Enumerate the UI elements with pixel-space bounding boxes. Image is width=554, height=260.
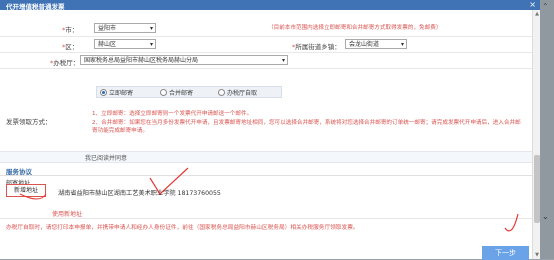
radio-unchecked-icon [160,89,167,96]
radio-checked-icon [100,89,107,96]
pickup-note: 办税厅自取时，请您打印本申报单，并携带申请人和经办人身份证件，前往（国家税务总局… [6,225,359,231]
chevron-down-icon: ▾ [149,41,153,48]
dialog-title-bar: 代开增值税普通发票 × [0,0,540,11]
city-row: *市： 益阳市 ▾ （目前本市范围内选择立即邮寄和合并邮寄方式取得发票的，免邮费） [0,20,532,37]
outer-panel: ⌃ ⌄ [540,0,554,259]
chevron-down-icon[interactable]: ⌄ [542,212,549,221]
office-select[interactable]: 国家税务总局益阳市赫山区税务局赫山分局 ▾ [80,55,288,65]
street-select[interactable]: 会龙山街道 ▾ [345,39,407,49]
radio-pickup[interactable]: 办税厅自取 [218,88,257,97]
annotation-text: 使用新地址 [52,211,83,218]
office-row: *办税厅： 国家税务总局益阳市赫山区税务局赫山分局 ▾ [0,52,532,69]
invoice-dialog: 代开增值税普通发票 × *市： 益阳市 ▾ （目前本市范围内选择立即邮寄和合并邮寄… [0,0,541,260]
next-button[interactable]: 下一步 [482,246,529,260]
close-icon[interactable]: × [529,0,536,10]
district-label: 区： [65,43,79,51]
divider [0,218,532,219]
chevron-down-icon: ▾ [281,57,285,64]
address-text: 湖南省益阳市赫山区湖南工艺美术职业学院 18173760055 [58,190,221,197]
add-address-button[interactable]: 新增地址 [6,184,46,197]
chevron-down-icon: ▾ [149,25,153,32]
radio-merge[interactable]: 合并邮寄 [160,88,193,97]
district-row: *区： 赫山区 ▾ *所属街道乡镇： 会龙山街道 ▾ [0,36,532,53]
district-select[interactable]: 赫山区 ▾ [94,39,156,49]
agree-label[interactable]: 我已阅读并同意 [85,153,127,162]
city-select[interactable]: 益阳市 ▾ [94,23,156,33]
city-note: （目前本市范围内选择立即邮寄和合并邮寄方式取得发票的，免邮费） [268,25,442,31]
chevron-up-icon[interactable]: ⌃ [542,2,549,11]
form-page: *市： 益阳市 ▾ （目前本市范围内选择立即邮寄和合并邮寄方式取得发票的，免邮费）… [0,10,532,260]
chevron-down-icon: ▾ [400,41,404,48]
radio-unchecked-icon [218,89,225,96]
office-label: 办税厅： [53,59,80,67]
delivery-notes: 1、立即邮寄：选择立即邮寄则一个发票代开申请邮送一个邮件。 2、合并邮寄：如果您… [92,111,521,134]
radio-immediate[interactable]: 立即邮寄 [100,88,133,97]
street-label: 所属街道乡镇： [295,43,341,51]
city-label: 市： [65,26,79,34]
agree-row-bg [0,151,532,163]
delivery-label: 发票领取方式： [6,118,52,126]
divider [0,175,532,176]
